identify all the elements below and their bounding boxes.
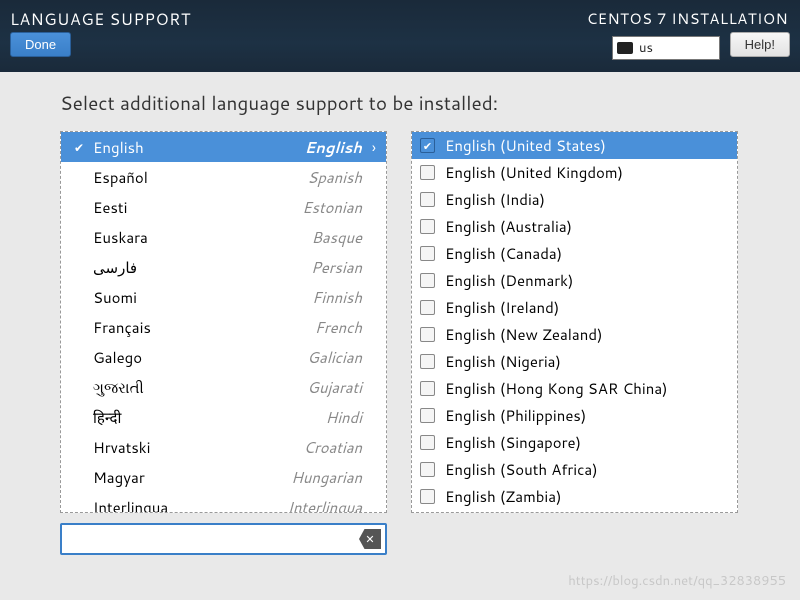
installer-title: CENTOS 7 INSTALLATION [587, 8, 788, 29]
language-row[interactable]: EspañolSpanish [61, 162, 386, 192]
locale-row[interactable]: English (Ireland) [412, 294, 737, 321]
done-button[interactable]: Done [10, 32, 71, 57]
locale-row[interactable]: English (Singapore) [412, 429, 737, 456]
locale-checkbox[interactable] [420, 408, 435, 423]
language-native: Suomi [89, 287, 312, 308]
language-row[interactable]: EestiEstonian [61, 192, 386, 222]
language-row[interactable]: ગુજરાતીGujarati [61, 372, 386, 402]
language-english: Interlingua [288, 497, 362, 514]
keyboard-icon [617, 42, 633, 54]
locale-label: English (South Africa) [445, 459, 598, 480]
locale-row[interactable]: English (New Zealand) [412, 321, 737, 348]
language-english: Basque [311, 227, 362, 248]
language-english: Gujarati [307, 377, 362, 398]
language-row[interactable]: हिन्दीHindi [61, 402, 386, 432]
chevron-right-icon: › [362, 137, 376, 158]
locale-checkbox[interactable] [420, 246, 435, 261]
language-english: Spanish [307, 167, 362, 188]
header-bar: LANGUAGE SUPPORT CENTOS 7 INSTALLATION D… [0, 0, 800, 72]
language-native: Hrvatski [89, 437, 303, 458]
locale-label: English (Canada) [445, 243, 562, 264]
locale-row[interactable]: English (Philippines) [412, 402, 737, 429]
language-english: Estonian [302, 197, 362, 218]
language-row[interactable]: InterlinguaInterlingua [61, 492, 386, 513]
locale-checkbox[interactable] [420, 219, 435, 234]
language-native: Galego [89, 347, 307, 368]
locale-label: English (United Kingdom) [445, 162, 623, 183]
locale-row[interactable]: English (Zambia) [412, 483, 737, 510]
language-native: Magyar [89, 467, 291, 488]
locale-row[interactable]: English (Hong Kong SAR China) [412, 375, 737, 402]
language-native: Euskara [89, 227, 311, 248]
locale-row[interactable]: English (Canada) [412, 240, 737, 267]
watermark-text: https://blog.csdn.net/qq_32838955 [568, 572, 786, 590]
language-native: English [89, 137, 305, 158]
locale-checkbox[interactable] [420, 192, 435, 207]
language-row[interactable]: ✔EnglishEnglish› [61, 132, 386, 162]
locale-label: English (Nigeria) [445, 351, 561, 372]
language-native: Español [89, 167, 307, 188]
locale-label: English (Philippines) [445, 405, 586, 426]
locale-checkbox[interactable] [420, 327, 435, 342]
check-icon: ✔ [69, 139, 89, 156]
locale-label: English (Zambia) [445, 486, 562, 507]
locale-checkbox[interactable] [420, 273, 435, 288]
language-native: ગુજરાતી [89, 377, 307, 398]
keyboard-layout-label: us [639, 39, 653, 57]
language-english: English [305, 137, 362, 158]
language-native: Eesti [89, 197, 302, 218]
language-native: Interlingua [89, 497, 288, 514]
locale-label: English (United States) [445, 135, 606, 156]
language-row[interactable]: EuskaraBasque [61, 222, 386, 252]
language-native: हिन्दी [89, 407, 325, 428]
locale-row[interactable]: English (Australia) [412, 213, 737, 240]
locale-row[interactable]: ✔ English (United States) [412, 132, 737, 159]
locale-checkbox[interactable]: ✔ [420, 138, 435, 153]
language-row[interactable]: FrançaisFrench [61, 312, 386, 342]
locale-checkbox[interactable] [420, 165, 435, 180]
locale-checkbox[interactable] [420, 462, 435, 477]
language-english: Hungarian [291, 467, 362, 488]
locale-list[interactable]: ✔ English (United States) English (United … [411, 131, 738, 513]
language-list[interactable]: ✔EnglishEnglish›EspañolSpanishEestiEston… [60, 131, 387, 513]
locale-checkbox[interactable] [420, 381, 435, 396]
language-row[interactable]: GalegoGalician [61, 342, 386, 372]
locale-row[interactable]: English (United Kingdom) [412, 159, 737, 186]
search-input[interactable] [60, 523, 387, 555]
prompt-text: Select additional language support to be… [60, 90, 740, 117]
language-english: French [315, 317, 362, 338]
locale-label: English (Denmark) [445, 270, 573, 291]
help-button[interactable]: Help! [730, 32, 790, 57]
language-english: Galician [307, 347, 362, 368]
language-row[interactable]: فارسیPersian [61, 252, 386, 282]
locale-row[interactable]: English (Denmark) [412, 267, 737, 294]
language-row[interactable]: SuomiFinnish [61, 282, 386, 312]
locale-label: English (Ireland) [445, 297, 559, 318]
language-english: Croatian [303, 437, 362, 458]
keyboard-layout-indicator[interactable]: us [612, 36, 720, 60]
language-native: فارسی [89, 257, 311, 278]
locale-label: English (India) [445, 189, 545, 210]
locale-label: English (Singapore) [445, 432, 581, 453]
locale-row[interactable]: English (India) [412, 186, 737, 213]
locale-label: English (Hong Kong SAR China) [445, 378, 668, 399]
language-row[interactable]: MagyarHungarian [61, 462, 386, 492]
language-row[interactable]: HrvatskiCroatian [61, 432, 386, 462]
language-english: Persian [311, 257, 362, 278]
language-native: Français [89, 317, 315, 338]
language-english: Hindi [325, 407, 362, 428]
language-english: Finnish [312, 287, 362, 308]
locale-checkbox[interactable] [420, 354, 435, 369]
locale-checkbox[interactable] [420, 435, 435, 450]
locale-label: English (Australia) [445, 216, 572, 237]
locale-row[interactable]: English (South Africa) [412, 456, 737, 483]
locale-checkbox[interactable] [420, 300, 435, 315]
locale-label: English (New Zealand) [445, 324, 603, 345]
locale-checkbox[interactable] [420, 489, 435, 504]
locale-row[interactable]: English (Nigeria) [412, 348, 737, 375]
